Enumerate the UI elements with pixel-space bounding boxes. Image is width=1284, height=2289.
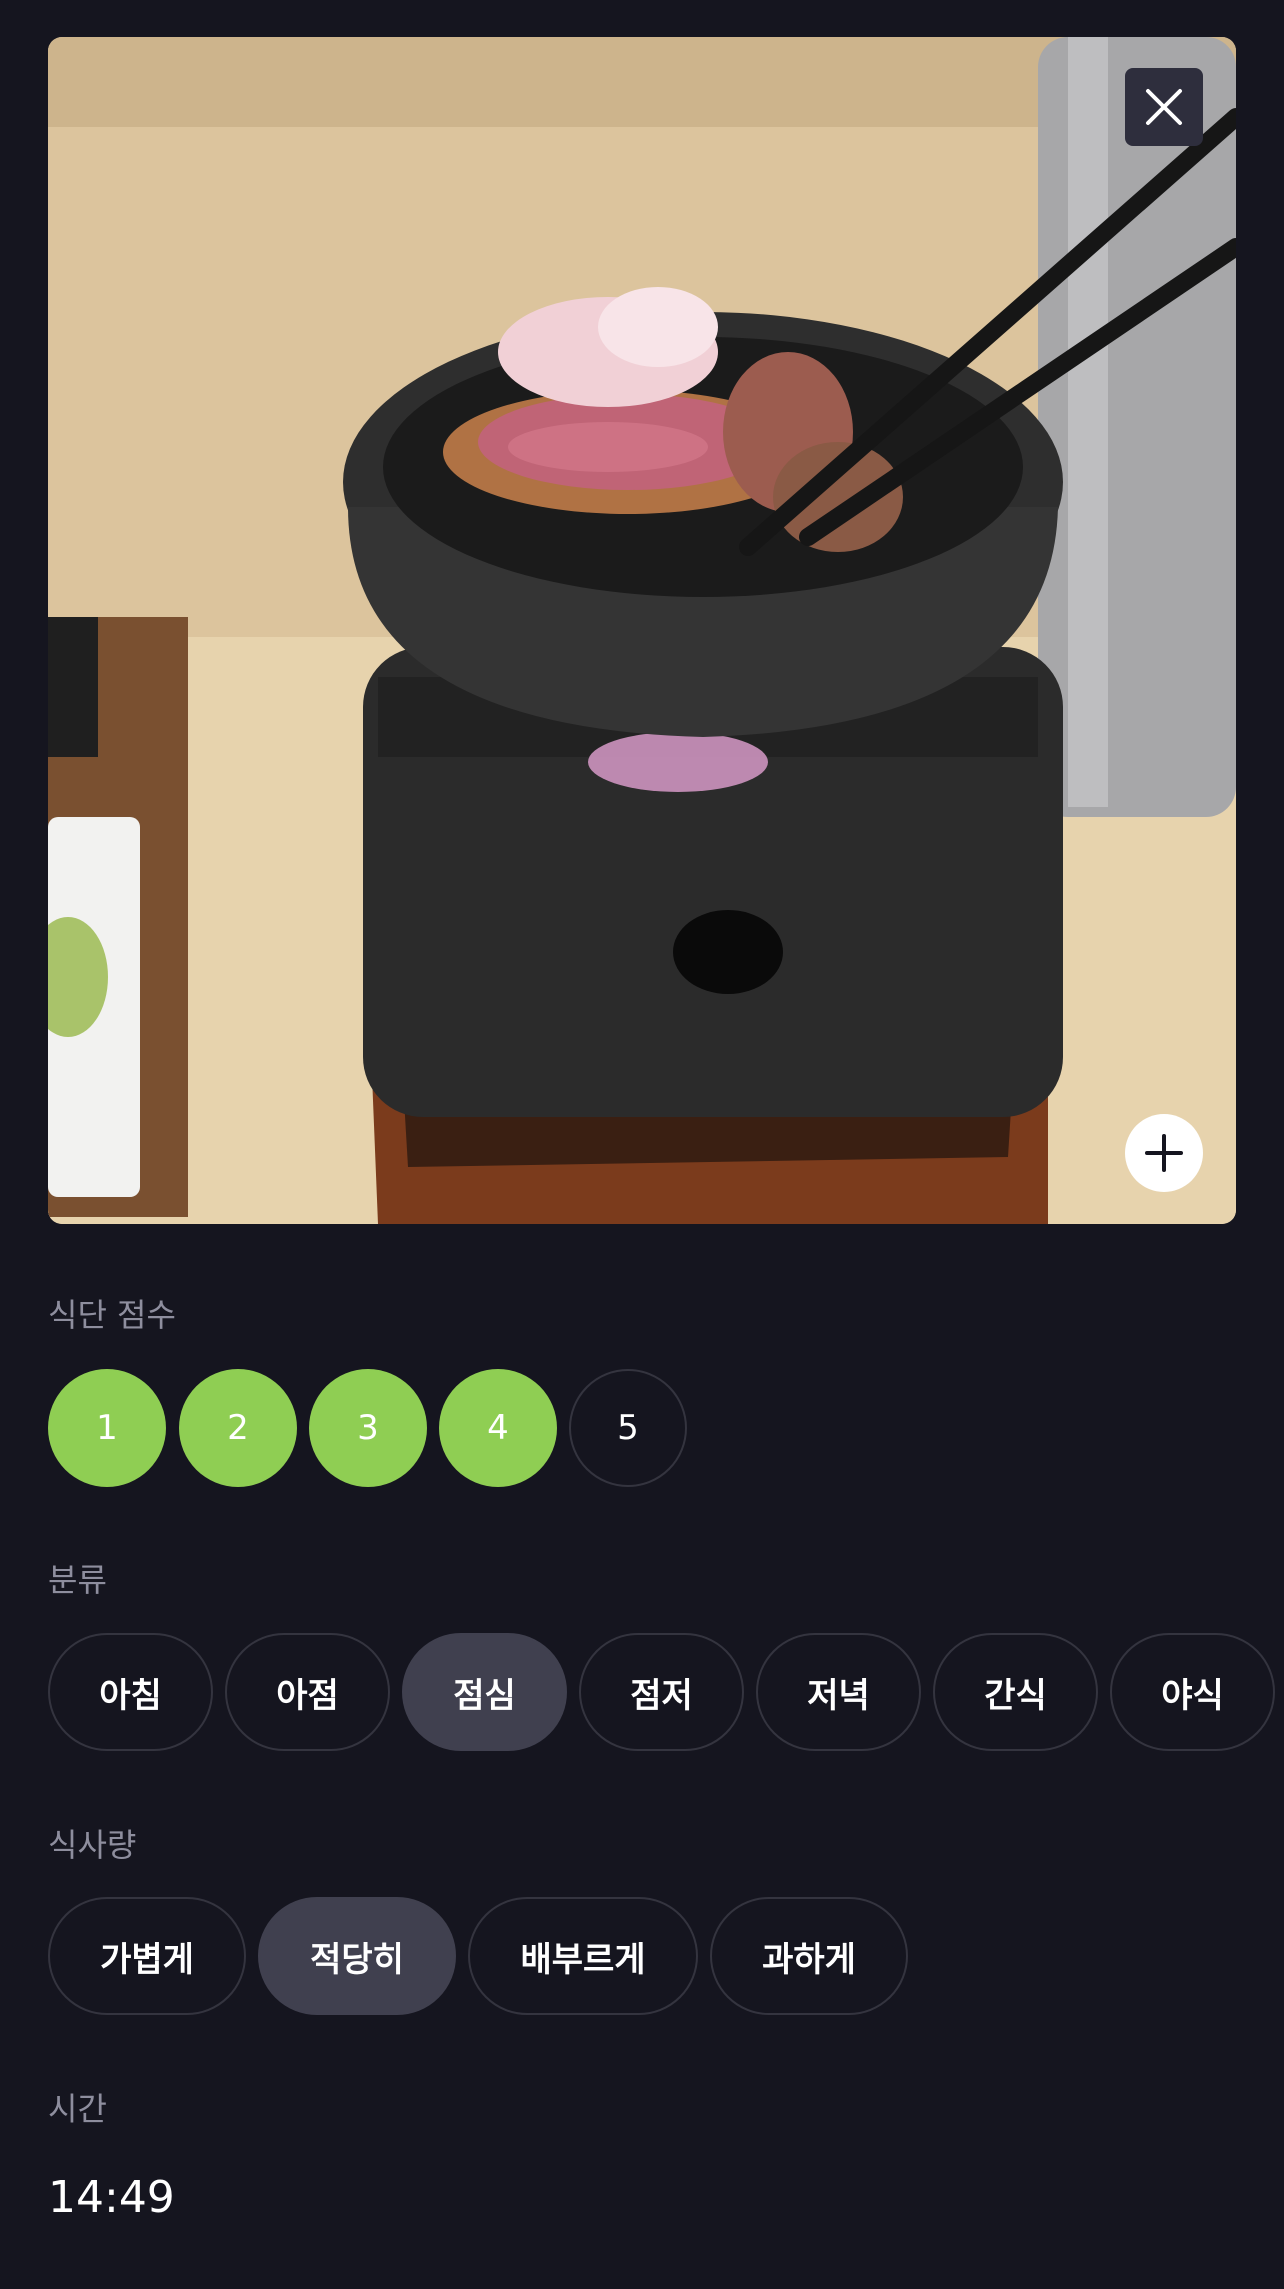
category-option-breakfast[interactable]: 아침 <box>48 1633 213 1751</box>
time-label: 시간 <box>48 2090 107 2128</box>
amount-option-excessive[interactable]: 과하게 <box>710 1897 908 2015</box>
amount-option-full[interactable]: 배부르게 <box>468 1897 698 2015</box>
category-option-lunch[interactable]: 점심 <box>402 1633 567 1751</box>
amount-label: 식사량 <box>48 1826 137 1864</box>
amount-option-light[interactable]: 가볍게 <box>48 1897 246 2015</box>
category-option-late-night[interactable]: 야식 <box>1110 1633 1275 1751</box>
category-options: 아침 아점 점심 점저 저녁 간식 야식 <box>48 1633 1275 1751</box>
score-label: 식단 점수 <box>48 1296 176 1334</box>
add-photo-button[interactable] <box>1125 1114 1203 1192</box>
category-label: 분류 <box>48 1561 107 1599</box>
score-option-2[interactable]: 2 <box>179 1369 297 1487</box>
score-option-1[interactable]: 1 <box>48 1369 166 1487</box>
plus-icon <box>1145 1134 1183 1172</box>
category-option-dinner[interactable]: 저녁 <box>756 1633 921 1751</box>
score-option-3[interactable]: 3 <box>309 1369 427 1487</box>
close-icon <box>1146 89 1182 125</box>
category-option-brunch[interactable]: 아점 <box>225 1633 390 1751</box>
score-option-4[interactable]: 4 <box>439 1369 557 1487</box>
score-option-5[interactable]: 5 <box>569 1369 687 1487</box>
score-options: 1 2 3 4 5 <box>48 1369 687 1487</box>
remove-photo-button[interactable] <box>1125 68 1203 146</box>
category-option-late-lunch[interactable]: 점저 <box>579 1633 744 1751</box>
amount-options: 가볍게 적당히 배부르게 과하게 <box>48 1897 908 2015</box>
category-option-snack[interactable]: 간식 <box>933 1633 1098 1751</box>
amount-option-moderate[interactable]: 적당히 <box>258 1897 456 2015</box>
meal-photo[interactable] <box>48 37 1236 1224</box>
meal-photo-image <box>48 37 1236 1224</box>
time-value[interactable]: 14:49 <box>48 2172 175 2223</box>
